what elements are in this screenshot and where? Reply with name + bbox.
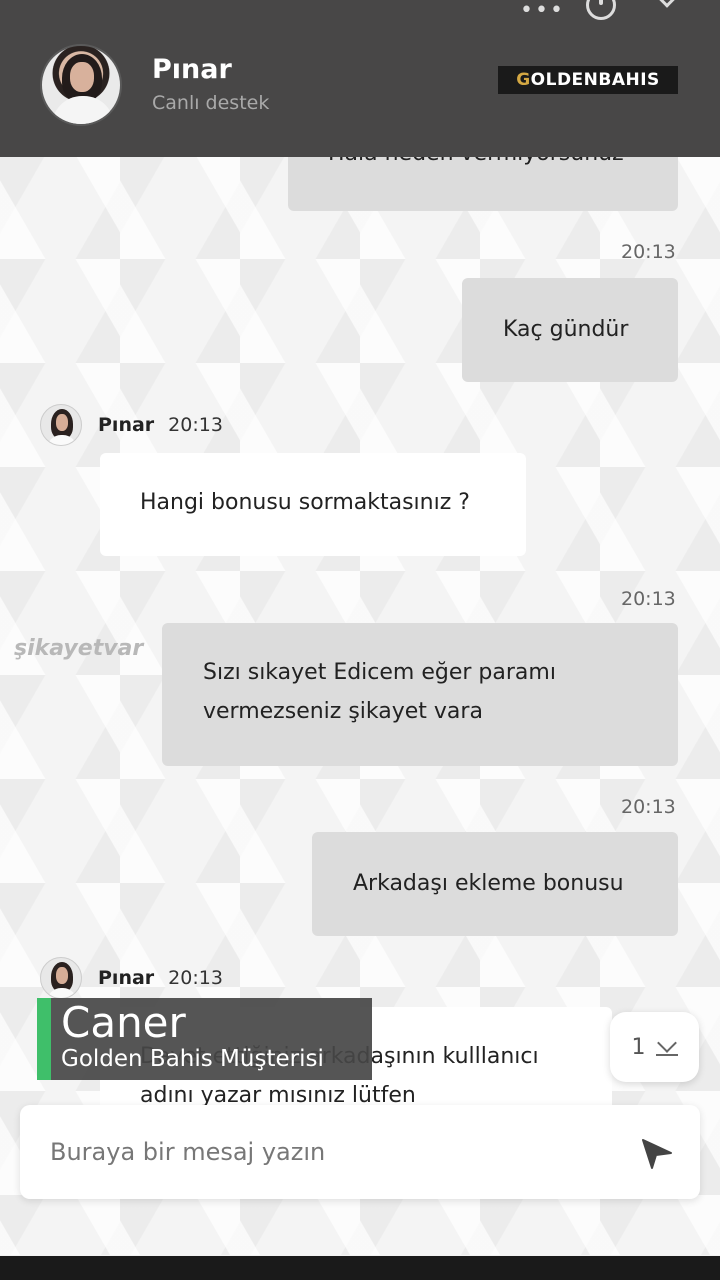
logo-letter: G <box>516 70 531 90</box>
message-time: 20:13 <box>621 241 676 263</box>
message-bubble-outgoing: Sızı sıkayet Edicem eğer paramı vermezse… <box>162 623 678 766</box>
message-text: Hangi bonusu sormaktasınız ? <box>140 490 470 515</box>
caption-role: Golden Bahis Müşterisi <box>61 1046 324 1072</box>
chat-background: Hala neden vermiyorsunuz 20:13 Kaç gündü… <box>0 155 720 1255</box>
brand-logo: G OLDENBAHIS <box>498 66 678 94</box>
message-time: 20:13 <box>168 414 223 436</box>
message-time: 20:13 <box>168 967 223 989</box>
video-caption-overlay: Caner Golden Bahis Müşterisi <box>37 998 372 1080</box>
header-actions: ••• <box>480 0 720 26</box>
agent-avatar <box>40 404 82 446</box>
send-icon[interactable] <box>640 1137 674 1171</box>
scroll-to-bottom-button[interactable]: 1 <box>610 1012 699 1082</box>
message-bubble-outgoing: Kaç gündür <box>462 278 678 382</box>
chat-header: ••• Pınar Canlı destek G OLDENBAHIS <box>0 0 720 157</box>
scroll-down-icon <box>655 1040 678 1056</box>
caption-name: Caner <box>61 998 186 1047</box>
unread-count: 1 <box>631 1034 646 1060</box>
agent-avatar-large <box>40 44 122 126</box>
message-bubble-outgoing: Arkadaşı ekleme bonusu <box>312 832 678 936</box>
agent-avatar <box>40 957 82 999</box>
power-icon[interactable] <box>586 0 616 20</box>
message-time: 20:13 <box>621 588 676 610</box>
message-text-line: vermezseniz şikayet vara <box>203 699 483 724</box>
agent-name: Pınar <box>152 54 232 85</box>
sender-name: Pınar <box>98 414 155 436</box>
more-dots-icon[interactable]: ••• <box>520 0 565 23</box>
message-sender: Pınar 20:13 <box>98 414 223 436</box>
sender-name: Pınar <box>98 967 155 989</box>
message-text: Arkadaşı ekleme bonusu <box>353 871 624 896</box>
watermark-logo: şikayetvar <box>14 636 144 661</box>
message-sender: Pınar 20:13 <box>98 967 223 989</box>
logo-text: OLDENBAHIS <box>530 70 660 90</box>
message-bubble-incoming: Hangi bonusu sormaktasınız ? <box>100 453 526 556</box>
system-nav-bar <box>0 1256 720 1280</box>
message-time: 20:13 <box>621 796 676 818</box>
message-bubble-outgoing: Hala neden vermiyorsunuz <box>288 155 678 211</box>
agent-status: Canlı destek <box>152 92 270 114</box>
message-composer <box>20 1105 700 1199</box>
chevron-down-icon[interactable] <box>654 0 680 8</box>
message-input[interactable] <box>50 1129 610 1175</box>
message-text-line: Sızı sıkayet Edicem eğer paramı <box>203 660 556 685</box>
message-text: Kaç gündür <box>503 317 629 342</box>
